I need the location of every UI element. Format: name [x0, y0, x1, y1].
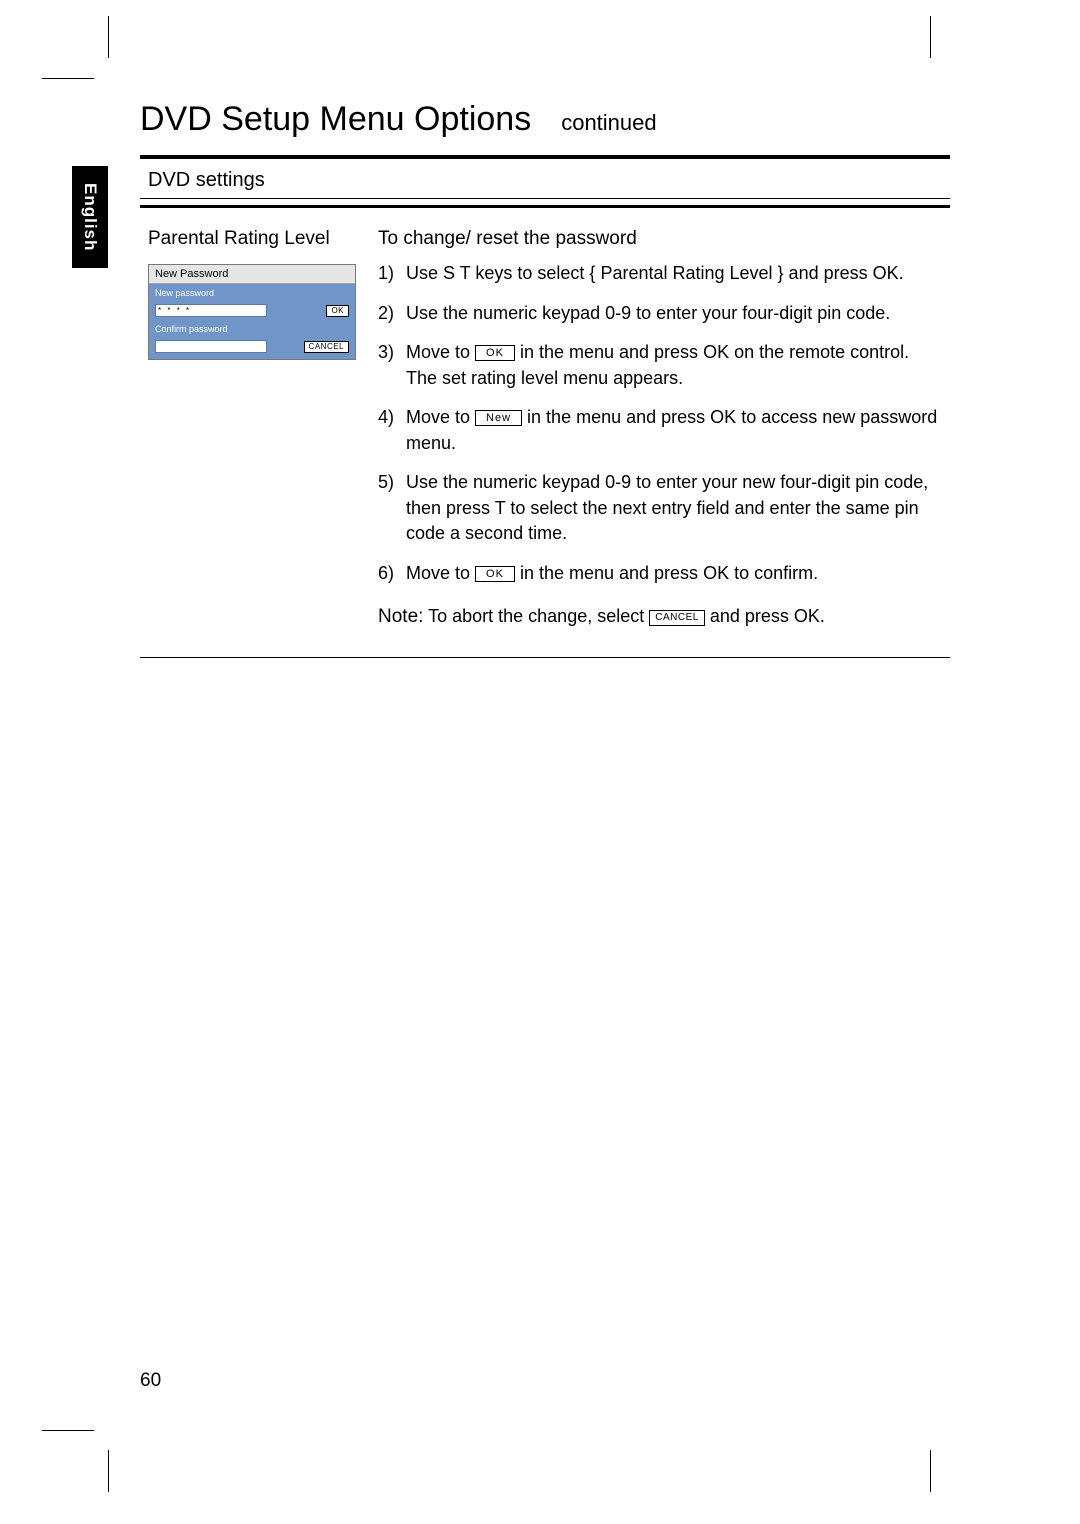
ok-text: OK — [703, 563, 729, 583]
mini-field-new: * * * * — [155, 304, 267, 317]
step-5: Use the numeric keypad 0-9 to enter your… — [378, 470, 942, 547]
text: . — [820, 606, 825, 626]
left-column: Parental Rating Level New Password New p… — [148, 226, 358, 631]
page-content: DVD Setup Menu Options continued DVD set… — [140, 100, 950, 658]
text: Move to — [406, 563, 475, 583]
right-column: To change/ reset the password Use S T ke… — [378, 226, 942, 631]
crop-mark — [108, 16, 111, 58]
option-name: Parental Rating Level — [600, 263, 772, 283]
ok-text: OK — [703, 342, 729, 362]
language-tab: English — [72, 166, 108, 268]
text: to enter your four-digit pin code. — [631, 303, 890, 323]
text: Use the — [406, 472, 473, 492]
ok-text: OK — [794, 606, 820, 626]
cancel-inline-button: CANCEL — [649, 610, 705, 626]
text: } and press — [773, 263, 873, 283]
step-6: Move to OK in the menu and press OK to c… — [378, 561, 942, 587]
text: in the menu and press — [522, 407, 710, 427]
step-4: Move to New in the menu and press OK to … — [378, 405, 942, 456]
text: Use — [406, 263, 443, 283]
text: in the menu and press — [515, 342, 703, 362]
note-line: Note: To abort the change, select CANCEL… — [378, 604, 942, 631]
text: keys to select { — [470, 263, 600, 283]
mini-dialog: New Password New password * * * * OK Con… — [148, 264, 356, 360]
key-t: T — [495, 498, 506, 518]
mini-dialog-title: New Password — [149, 265, 355, 284]
keypad-text: numeric keypad 0-9 — [473, 303, 631, 323]
page-title: DVD Setup Menu Options — [140, 100, 531, 139]
text: To abort the change, select — [423, 606, 649, 626]
text: Move to — [406, 342, 475, 362]
text: Move to — [406, 407, 475, 427]
page-title-suffix: continued — [561, 110, 656, 136]
crop-mark — [108, 1450, 111, 1492]
page-number: 60 — [140, 1370, 161, 1392]
divider — [140, 155, 950, 159]
section-header: DVD settings — [140, 165, 950, 198]
crop-mark — [42, 78, 94, 81]
ok-text: OK — [873, 263, 899, 283]
keypad-text: numeric keypad 0-9 — [473, 472, 631, 492]
mini-label-new: New password — [155, 288, 349, 298]
crop-mark — [930, 16, 933, 58]
text: in the menu and press — [515, 563, 703, 583]
step-1: Use S T keys to select { Parental Rating… — [378, 261, 942, 287]
steps-list: Use S T keys to select { Parental Rating… — [378, 261, 942, 586]
step-2: Use the numeric keypad 0-9 to enter your… — [378, 301, 942, 327]
key-st: S T — [443, 263, 470, 283]
page-title-row: DVD Setup Menu Options continued — [140, 100, 950, 139]
new-inline-button: New — [475, 410, 522, 426]
setting-name: Parental Rating Level — [148, 226, 358, 252]
mini-field-confirm — [155, 340, 267, 353]
ok-inline-button: OK — [475, 345, 515, 361]
ok-inline-button: OK — [475, 566, 515, 582]
text: Use the — [406, 303, 473, 323]
step-3: Move to OK in the menu and press OK on t… — [378, 340, 942, 391]
mini-cancel-button: CANCEL — [304, 341, 349, 353]
ok-text: OK — [710, 407, 736, 427]
divider-double — [140, 198, 950, 208]
content-row: Parental Rating Level New Password New p… — [140, 218, 950, 658]
mini-ok-button: OK — [326, 305, 349, 317]
text: and press — [705, 606, 794, 626]
crop-mark — [930, 1450, 933, 1492]
text: to confirm. — [729, 563, 818, 583]
crop-mark — [42, 1430, 94, 1433]
mini-label-confirm: Confirm password — [155, 324, 349, 334]
instructions-heading: To change/ reset the password — [378, 226, 942, 253]
text: . — [899, 263, 904, 283]
note-label: Note: — [378, 606, 423, 627]
